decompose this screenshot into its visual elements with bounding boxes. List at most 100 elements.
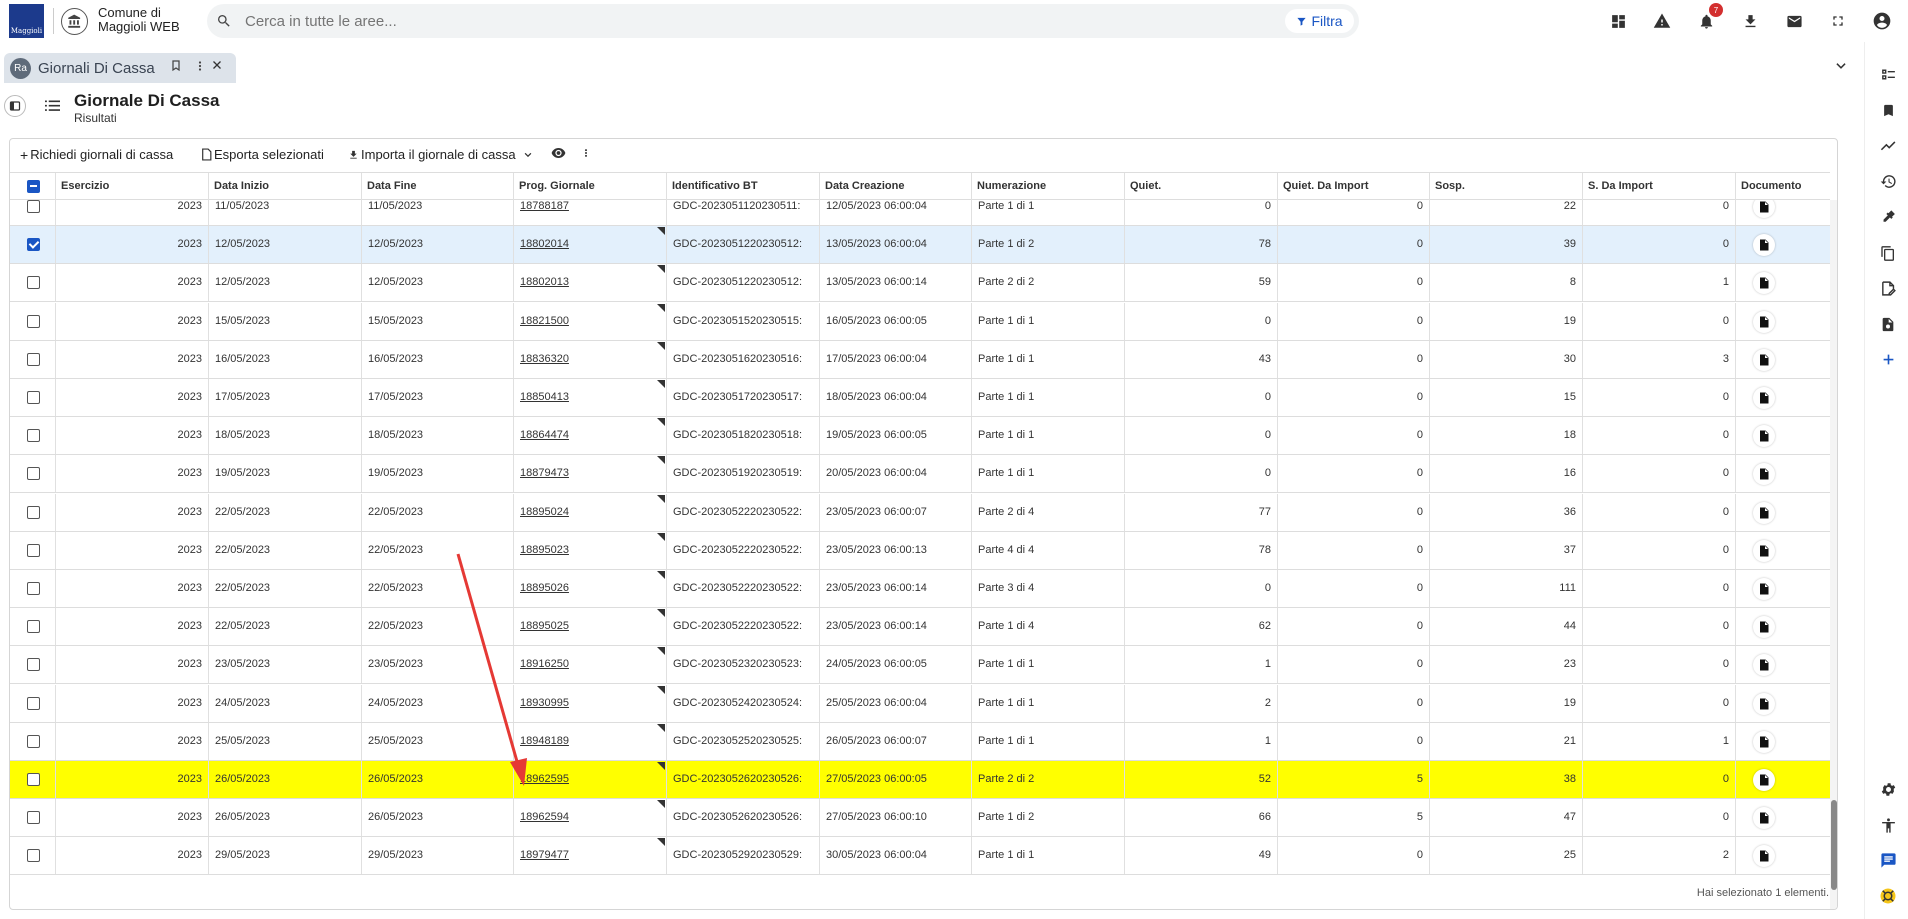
file-settings-icon[interactable]: [1878, 314, 1898, 334]
col-header[interactable]: Prog. Giornale: [514, 173, 667, 200]
prog-giornale-link[interactable]: 18788187: [520, 200, 569, 212]
row-checkbox[interactable]: [27, 505, 40, 519]
import-journal-button[interactable]: Importa il giornale di cassa: [348, 147, 533, 162]
file-sign-icon[interactable]: [1878, 278, 1898, 298]
history-icon[interactable]: [1878, 171, 1898, 191]
row-checkbox[interactable]: [27, 543, 40, 557]
search-input[interactable]: [245, 11, 1065, 31]
table-row[interactable]: 2023 29/05/2023 29/05/2023 18979477 GDC-2023…: [10, 837, 1830, 876]
help-icon[interactable]: [1878, 886, 1898, 906]
col-header[interactable]: Data Inizio: [209, 173, 362, 200]
vertical-scrollbar[interactable]: [1830, 200, 1837, 909]
row-checkbox[interactable]: [27, 200, 40, 213]
table-row[interactable]: 2023 18/05/2023 18/05/2023 18864474 GDC-2023…: [10, 417, 1830, 456]
prog-giornale-link[interactable]: 18895023: [520, 544, 569, 556]
document-icon[interactable]: [1753, 387, 1775, 409]
document-icon[interactable]: [1753, 310, 1775, 333]
download-icon[interactable]: [1728, 9, 1772, 33]
table-row[interactable]: 2023 23/05/2023 23/05/2023 18916250 GDC-2023…: [10, 646, 1830, 685]
col-header[interactable]: Data Fine: [362, 173, 514, 200]
settings-icon[interactable]: [1878, 779, 1898, 799]
col-header[interactable]: Data Creazione: [820, 173, 972, 200]
prog-giornale-link[interactable]: 18948189: [520, 735, 569, 747]
row-checkbox[interactable]: [27, 582, 40, 595]
table-row[interactable]: 2023 24/05/2023 24/05/2023 18930995 GDC-2023…: [10, 684, 1830, 723]
trending-icon[interactable]: [1878, 135, 1898, 155]
row-checkbox[interactable]: [27, 276, 40, 290]
table-row[interactable]: 2023 19/05/2023 19/05/2023 18879473 GDC-2023…: [10, 455, 1830, 494]
prog-giornale-link[interactable]: 18930995: [520, 697, 569, 709]
row-checkbox[interactable]: [27, 391, 40, 404]
row-checkbox[interactable]: [27, 811, 40, 825]
prog-giornale-link[interactable]: 18895025: [520, 620, 569, 632]
bookmark-icon[interactable]: [170, 59, 182, 75]
table-row[interactable]: 2023 22/05/2023 22/05/2023 18895025 GDC-2023…: [10, 608, 1830, 647]
table-row[interactable]: 2023 12/05/2023 12/05/2023 18802013 GDC-2023…: [10, 264, 1830, 303]
document-icon[interactable]: [1753, 730, 1775, 753]
plus-icon[interactable]: [1878, 349, 1898, 369]
prog-giornale-link[interactable]: 18879473: [520, 467, 569, 479]
panel-toggle-icon[interactable]: [4, 95, 26, 117]
table-row[interactable]: 2023 25/05/2023 25/05/2023 18948189 GDC-2023…: [10, 722, 1830, 761]
col-header[interactable]: S. Da Import: [1583, 173, 1736, 200]
bank-icon[interactable]: [61, 8, 88, 35]
table-row[interactable]: 2023 22/05/2023 22/05/2023 18895026 GDC-2023…: [10, 570, 1830, 608]
table-row[interactable]: 2023 16/05/2023 16/05/2023 18836320 GDC-2023…: [10, 340, 1830, 379]
table-row[interactable]: 2023 15/05/2023 15/05/2023 18821500 GDC-2023…: [10, 302, 1830, 341]
warning-icon[interactable]: [1640, 9, 1684, 33]
row-checkbox[interactable]: [27, 620, 40, 634]
chat-icon[interactable]: [1878, 850, 1898, 870]
visibility-icon[interactable]: [551, 147, 566, 159]
maggioli-logo[interactable]: Maggioli: [9, 4, 44, 38]
col-header[interactable]: Sosp.: [1430, 173, 1583, 200]
row-checkbox[interactable]: [27, 238, 40, 252]
col-header[interactable]: Numerazione: [972, 173, 1125, 200]
request-journals-button[interactable]: + Richiedi giornali di cassa: [20, 147, 173, 162]
list-icon[interactable]: [45, 99, 60, 117]
row-checkbox[interactable]: [27, 467, 40, 481]
document-icon[interactable]: [1753, 654, 1775, 677]
col-header[interactable]: Documento: [1736, 173, 1830, 200]
mail-icon[interactable]: [1772, 9, 1816, 33]
document-icon[interactable]: [1753, 616, 1775, 639]
prog-giornale-link[interactable]: 18850413: [520, 391, 569, 403]
document-icon[interactable]: [1753, 272, 1775, 295]
checklist-icon[interactable]: [1878, 64, 1898, 84]
document-icon[interactable]: [1753, 692, 1775, 715]
table-row[interactable]: 2023 26/05/2023 26/05/2023 18962594 GDC-2023…: [10, 799, 1830, 838]
table-row[interactable]: 2023 17/05/2023 17/05/2023 18850413 GDC-2023…: [10, 379, 1830, 417]
row-checkbox[interactable]: [27, 314, 40, 328]
prog-giornale-link[interactable]: 18864474: [520, 429, 569, 441]
document-icon[interactable]: [1753, 578, 1775, 600]
filter-button[interactable]: Filtra: [1285, 9, 1354, 33]
fullscreen-icon[interactable]: [1816, 9, 1860, 33]
prog-giornale-link[interactable]: 18895024: [520, 506, 569, 518]
document-icon[interactable]: [1753, 769, 1775, 791]
document-icon[interactable]: [1753, 463, 1775, 486]
prog-giornale-link[interactable]: 18962594: [520, 811, 569, 823]
prog-giornale-link[interactable]: 18979477: [520, 849, 569, 861]
col-header[interactable]: Esercizio: [56, 173, 209, 200]
row-checkbox[interactable]: [27, 696, 40, 710]
prog-giornale-link[interactable]: 18962595: [520, 773, 569, 785]
prog-giornale-link[interactable]: 18802014: [520, 238, 569, 250]
row-checkbox[interactable]: [27, 429, 40, 443]
document-icon[interactable]: [1753, 501, 1775, 524]
prog-giornale-link[interactable]: 18802013: [520, 276, 569, 288]
plugin-icon[interactable]: [1878, 207, 1898, 227]
chevron-down-icon[interactable]: [1834, 59, 1848, 78]
more-vert-icon[interactable]: [581, 147, 591, 159]
document-icon[interactable]: [1753, 539, 1775, 562]
row-checkbox[interactable]: [27, 734, 40, 748]
prog-giornale-link[interactable]: 18895026: [520, 582, 569, 594]
document-icon[interactable]: [1753, 807, 1775, 830]
row-checkbox[interactable]: [27, 658, 40, 672]
prog-giornale-link[interactable]: 18916250: [520, 658, 569, 670]
table-row[interactable]: 2023 22/05/2023 22/05/2023 18895024 GDC-2023…: [10, 493, 1830, 532]
tab-giornali-di-cassa[interactable]: Ra Giornali Di Cassa: [4, 53, 236, 83]
prog-giornale-link[interactable]: 18836320: [520, 353, 569, 365]
copy-icon[interactable]: [1878, 243, 1898, 263]
col-header[interactable]: Quiet.: [1125, 173, 1278, 200]
row-checkbox[interactable]: [27, 352, 40, 366]
col-header[interactable]: Identificativo BT: [667, 173, 820, 200]
